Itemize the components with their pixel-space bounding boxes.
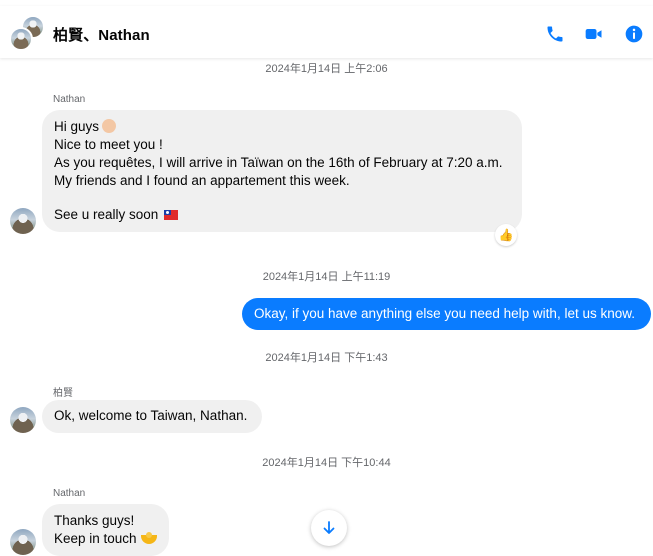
message-text: Okay, if you have anything else you need… (254, 306, 635, 321)
message-bubble[interactable]: Okay, if you have anything else you need… (242, 298, 651, 330)
message-line: See u really soon (54, 206, 510, 224)
message-line: My friends and I found an appartement th… (54, 173, 350, 188)
avatar[interactable] (10, 407, 36, 433)
message-bubble[interactable]: Ok, welcome to Taiwan, Nathan. (42, 400, 262, 433)
conversation-header: 柏賢、Nathan (0, 6, 653, 58)
timestamp: 2024年1月14日 上午2:06 (265, 63, 388, 75)
message-line: Thanks guys! (54, 513, 135, 528)
thumbs-up-icon: 👍 (498, 228, 514, 242)
message-bubble[interactable]: Hi guys Nice to meet you ! As you requêt… (42, 110, 522, 232)
message-line: Keep in touch (54, 530, 157, 548)
thumbs-up-reaction[interactable]: 👍 (495, 224, 517, 246)
scroll-to-bottom-button[interactable] (311, 510, 347, 546)
group-avatar[interactable] (9, 15, 47, 51)
conversation-title[interactable]: 柏賢、Nathan (53, 24, 150, 45)
sender-name: Nathan (53, 488, 86, 499)
avatar[interactable] (10, 529, 36, 555)
avatar (9, 27, 33, 51)
sender-name: 柏賢 (53, 388, 73, 399)
waving-hand-emoji (102, 119, 117, 133)
message-line: As you requêtes, I will arrive in Taïwan… (54, 155, 503, 170)
info-icon[interactable] (624, 24, 644, 44)
timestamp: 2024年1月14日 上午11:19 (262, 271, 391, 283)
sender-name: Nathan (53, 94, 86, 105)
avatar[interactable] (10, 208, 36, 234)
message-line: Nice to meet you ! (54, 137, 163, 152)
message-text: Ok, welcome to Taiwan, Nathan. (54, 408, 248, 423)
timestamp: 2024年1月14日 下午10:44 (262, 457, 391, 469)
message-line: Hi guys (54, 118, 510, 136)
taiwan-flag-emoji (164, 210, 179, 220)
phone-icon[interactable] (545, 24, 565, 44)
video-icon[interactable] (584, 24, 604, 44)
arrow-down-icon (323, 521, 335, 534)
timestamp: 2024年1月14日 下午1:43 (265, 352, 388, 364)
money-ingot-emoji (140, 532, 157, 544)
message-bubble[interactable]: Thanks guys! Keep in touch (42, 504, 169, 556)
